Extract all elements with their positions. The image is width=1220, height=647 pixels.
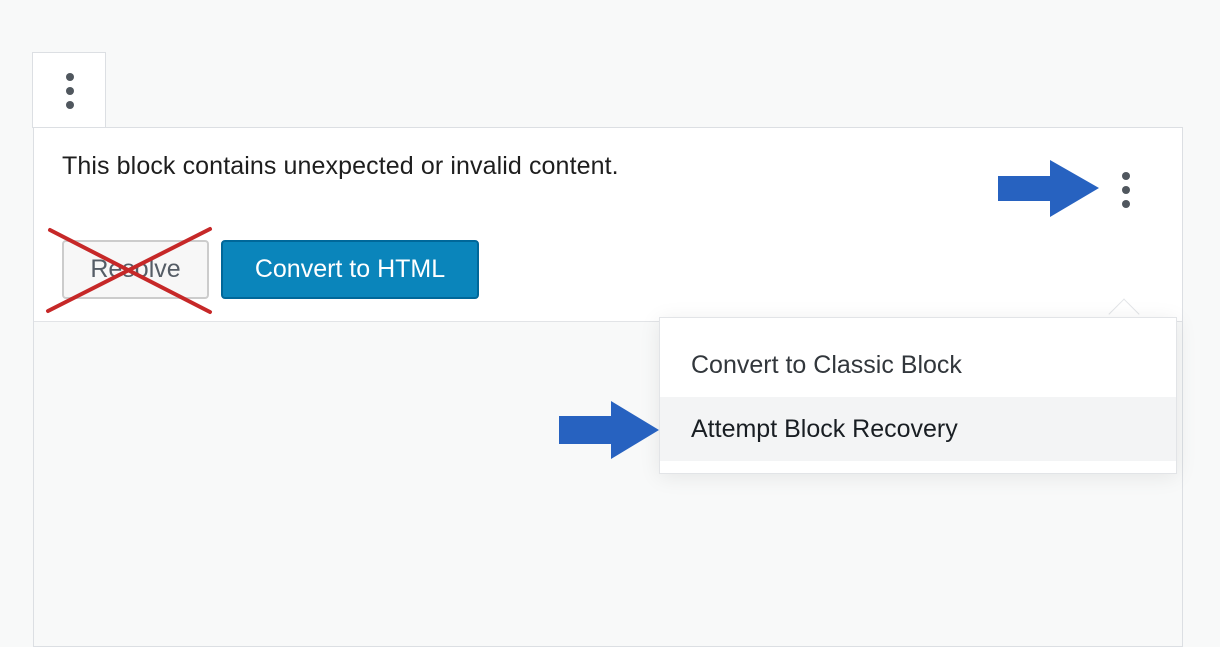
resolve-button[interactable]: Resolve (62, 240, 209, 299)
menu-item-convert-to-classic-block[interactable]: Convert to Classic Block (660, 333, 1176, 397)
block-toolbar (32, 52, 106, 128)
block-options-menu: Convert to Classic Block Attempt Block R… (659, 317, 1177, 474)
more-options-icon[interactable] (62, 73, 78, 109)
block-warning: This block contains unexpected or invali… (34, 128, 1182, 322)
menu-item-attempt-block-recovery[interactable]: Attempt Block Recovery (660, 397, 1176, 461)
warning-more-options-icon[interactable] (1118, 172, 1134, 208)
warning-message: This block contains unexpected or invali… (62, 152, 619, 180)
convert-to-html-button[interactable]: Convert to HTML (221, 240, 479, 299)
